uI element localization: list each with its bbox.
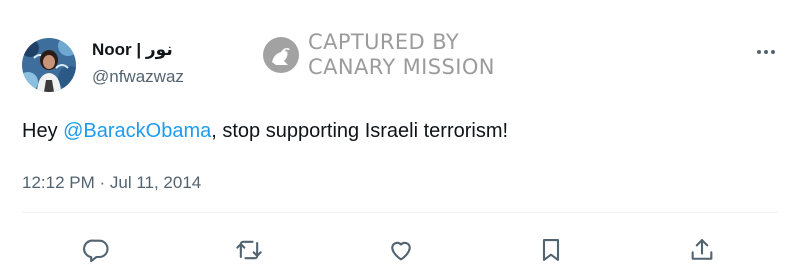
tweet-text-after: , stop supporting Israeli terrorism! <box>211 120 509 142</box>
bookmark-icon <box>542 239 560 261</box>
reply-button[interactable] <box>82 236 112 264</box>
watermark-text: CAPTURED BY CANARY MISSION <box>308 30 495 80</box>
tweet-text-before: Hey <box>22 120 64 142</box>
tweet-timestamp[interactable]: 12:12 PM · Jul 11, 2014 <box>22 173 201 193</box>
canary-logo-icon <box>262 36 300 74</box>
avatar[interactable] <box>22 38 76 92</box>
retweet-icon <box>236 240 262 260</box>
more-options-button[interactable] <box>748 40 784 64</box>
retweet-button[interactable] <box>234 236 264 264</box>
watermark-line-2: CANARY MISSION <box>308 55 495 79</box>
share-button[interactable] <box>687 236 717 264</box>
heart-icon <box>391 241 411 261</box>
more-icon <box>757 50 775 54</box>
user-handle[interactable]: @nfwazwaz <box>92 67 184 87</box>
avatar-image <box>22 38 76 92</box>
mention-link[interactable]: @BarackObama <box>63 120 211 142</box>
tweet-card: Noor | نور @nfwazwaz CAPTURED BY CANARY … <box>0 0 800 280</box>
share-icon <box>691 239 713 260</box>
bookmark-button[interactable] <box>536 236 566 264</box>
watermark-line-1: CAPTURED BY <box>308 30 460 54</box>
divider <box>22 212 778 213</box>
display-name[interactable]: Noor | نور <box>92 40 173 60</box>
tweet-text: Hey @BarackObama, stop supporting Israel… <box>22 120 508 143</box>
reply-icon <box>83 239 109 263</box>
watermark: CAPTURED BY CANARY MISSION <box>262 30 495 80</box>
like-button[interactable] <box>386 236 416 264</box>
